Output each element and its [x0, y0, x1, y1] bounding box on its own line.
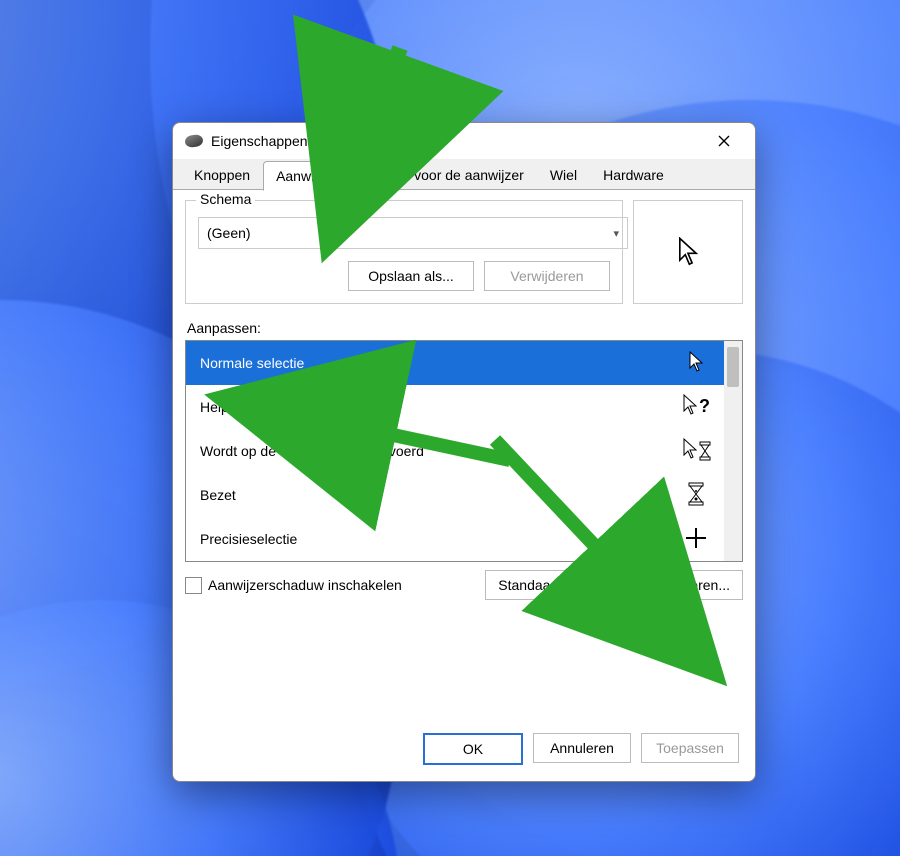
close-button[interactable] [701, 126, 747, 156]
list-item-label: Normale selectie [200, 355, 304, 371]
checkbox-icon [185, 577, 202, 594]
cursor-preview [633, 200, 743, 304]
cursor-arrow-white-icon [682, 351, 710, 376]
chevron-down-icon: ▾ [613, 227, 619, 240]
cancel-button[interactable]: Annuleren [533, 733, 631, 763]
scheme-selected: (Geen) [207, 225, 251, 241]
mouse-icon [184, 134, 203, 148]
dialog-button-row: OK Annuleren Toepassen [173, 721, 755, 781]
scrollbar-thumb[interactable] [727, 347, 739, 387]
list-item-label: Precisieselectie [200, 531, 297, 547]
list-item-label: Bezet [200, 487, 236, 503]
close-icon [718, 135, 730, 147]
list-item-label: Help-selectie [200, 399, 281, 415]
list-item-normale-selectie[interactable]: Normale selectie [186, 341, 724, 385]
cursor-arrow-icon [677, 237, 699, 267]
delete-button: Verwijderen [484, 261, 610, 291]
cursor-help-icon: ? [682, 394, 710, 421]
tab-wiel[interactable]: Wiel [537, 160, 590, 190]
ok-button[interactable]: OK [423, 733, 523, 765]
apply-button: Toepassen [641, 733, 739, 763]
svg-text:?: ? [699, 396, 710, 416]
scheme-label: Schema [196, 191, 255, 207]
scheme-group: Schema (Geen) ▾ Opslaan als... Verwijder… [185, 200, 623, 304]
checkbox-label: Aanwijzerschaduw inschakelen [208, 577, 402, 593]
tab-strip: Knoppen Aanwijzers Opties voor de aanwij… [173, 159, 755, 190]
scheme-dropdown[interactable]: (Geen) ▾ [198, 217, 628, 249]
customize-label: Aanpassen: [187, 320, 743, 336]
tab-hardware[interactable]: Hardware [590, 160, 677, 190]
save-as-button[interactable]: Opslaan als... [348, 261, 474, 291]
tab-knoppen[interactable]: Knoppen [181, 160, 263, 190]
titlebar[interactable]: Eigenschappen van Muis [173, 123, 755, 159]
list-scrollbar[interactable] [724, 341, 742, 561]
pointer-shadow-checkbox[interactable]: Aanwijzerschaduw inschakelen [185, 577, 477, 594]
